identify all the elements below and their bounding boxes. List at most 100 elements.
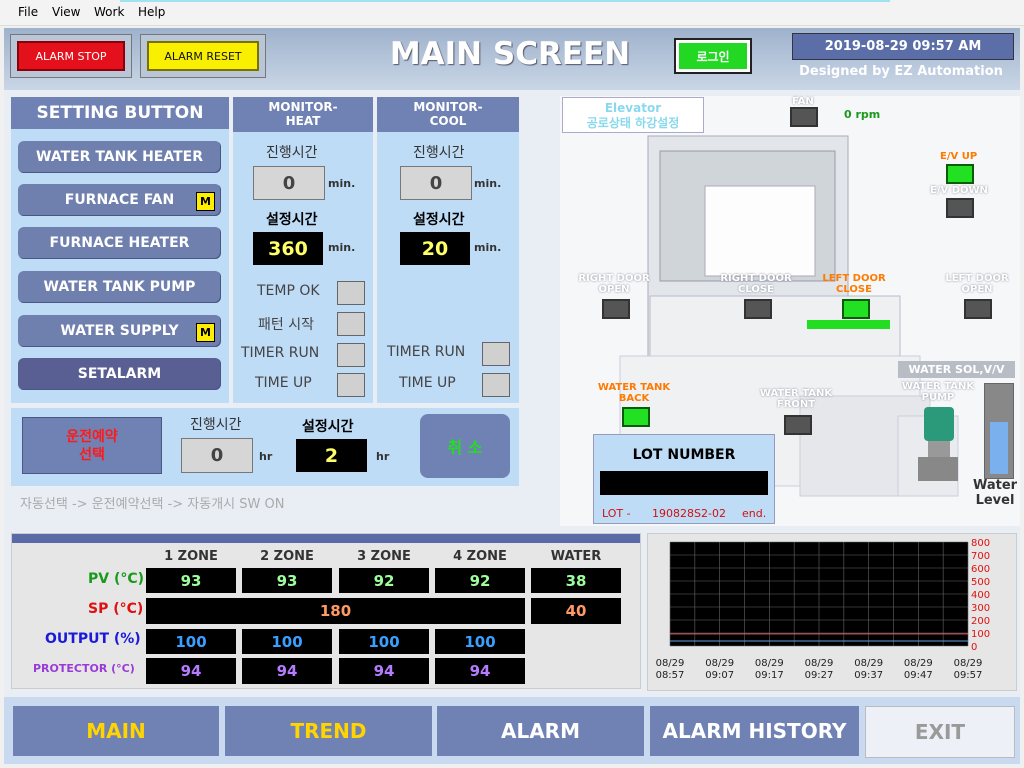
- login-label: 로그인: [679, 43, 747, 69]
- nav-trend-button[interactable]: TREND: [225, 706, 432, 756]
- water-tank-back-label: WATER TANK BACK: [596, 382, 672, 404]
- right-door-close-line1: RIGHT DOOR: [720, 273, 792, 284]
- alarm-stop-label: ALARM STOP: [17, 41, 125, 71]
- left-door-open-indicator[interactable]: [964, 299, 992, 319]
- cool-time-up-label: TIME UP: [399, 375, 456, 391]
- setalarm-button[interactable]: SETALARM: [18, 358, 221, 390]
- menu-work[interactable]: Work: [94, 5, 124, 19]
- pump-icon[interactable]: [912, 405, 972, 485]
- monitor-heat-title-2: HEAT: [285, 114, 321, 128]
- reservation-select-button[interactable]: 운전예약 선택: [22, 417, 162, 474]
- elevator-line2: 공로상태 하강설정: [586, 116, 680, 130]
- pv-label: PV (°C): [88, 571, 145, 587]
- lot-suffix: end.: [742, 507, 767, 520]
- login-button[interactable]: 로그인: [674, 38, 752, 74]
- chart-x-tick-date: 08/29: [954, 658, 983, 669]
- cool-elapsed-unit: min.: [474, 177, 502, 190]
- chart-x-tick-time: 09:47: [904, 670, 933, 681]
- cool-elapsed-value: 0: [400, 166, 472, 200]
- output-zone-3: 100: [339, 629, 429, 654]
- water-tank-back-line1: WATER TANK: [597, 382, 671, 393]
- right-door-close-indicator[interactable]: [744, 299, 772, 319]
- sp-zones[interactable]: 180: [146, 598, 525, 624]
- protector-zone-2: 94: [242, 658, 332, 684]
- reservation-cancel-button[interactable]: 취 소: [420, 414, 510, 478]
- pattern-start-label: 패턴 시작: [258, 317, 314, 333]
- lot-prefix: LOT -: [602, 507, 631, 520]
- zone-header-2: 2 ZONE: [260, 549, 314, 564]
- menu-file[interactable]: File: [18, 5, 38, 19]
- water-tank-front-indicator[interactable]: [784, 415, 812, 435]
- right-door-open-label: RIGHT DOOR OPEN: [578, 273, 650, 295]
- zone-header-4: 4 ZONE: [453, 549, 507, 564]
- chart-x-tick-date: 08/29: [705, 658, 734, 669]
- right-door-open-indicator[interactable]: [602, 299, 630, 319]
- zone-header-1: 1 ZONE: [164, 549, 218, 564]
- alarm-reset-button[interactable]: ALARM RESET: [140, 34, 266, 78]
- chart-y-tick: 0: [971, 642, 977, 653]
- monitor-heat-title-1: MONITOR-: [268, 100, 338, 114]
- nav-exit-button[interactable]: EXIT: [865, 706, 1015, 758]
- nav-alarm-history-button[interactable]: ALARM HISTORY: [650, 706, 859, 756]
- nav-alarm-button[interactable]: ALARM: [437, 706, 644, 756]
- reservation-button-line1: 운전예약: [66, 429, 118, 445]
- water-tank-pump-button[interactable]: WATER TANK PUMP: [18, 271, 221, 303]
- pv-zone-3: 92: [339, 568, 429, 593]
- menu-view[interactable]: View: [52, 5, 80, 19]
- cool-timer-run-label: TIMER RUN: [387, 344, 466, 360]
- ev-up-label: E/V UP: [940, 151, 978, 162]
- reservation-hint: 자동선택 -> 운전예약선택 -> 자동개시 SW ON: [20, 497, 285, 512]
- water-tank-back-line2: BACK: [618, 393, 650, 404]
- left-door-close-line1: LEFT DOOR: [822, 273, 886, 284]
- heat-time-up-label: TIME UP: [255, 375, 312, 391]
- water-tank-back-indicator[interactable]: [622, 407, 650, 427]
- fan-indicator: [790, 107, 818, 127]
- protector-label: PROTECTOR (°C): [33, 662, 135, 675]
- nav-main-button[interactable]: MAIN: [13, 706, 219, 756]
- heat-time-up-indicator: [337, 373, 365, 397]
- lot-number-field[interactable]: [600, 471, 768, 495]
- protector-zone-4: 94: [435, 658, 525, 684]
- right-door-close-label: RIGHT DOOR CLOSE: [720, 273, 792, 295]
- ev-up-indicator[interactable]: [946, 164, 974, 184]
- alarm-reset-label: ALARM RESET: [147, 41, 259, 71]
- left-door-close-indicator[interactable]: [842, 299, 870, 319]
- heat-elapsed-unit: min.: [328, 177, 356, 190]
- heat-timer-run-label: TIMER RUN: [241, 345, 320, 361]
- menu-help[interactable]: Help: [138, 5, 165, 19]
- reservation-elapsed-value: 0: [181, 438, 253, 473]
- ev-down-indicator[interactable]: [946, 198, 974, 218]
- menu-bar: File View Work Help: [0, 0, 1024, 26]
- zone-header-3: 3 ZONE: [357, 549, 411, 564]
- heat-set-unit: min.: [328, 241, 356, 254]
- furnace-fan-button[interactable]: FURNACE FAN: [18, 184, 221, 216]
- chart-x-tick-time: 09:27: [805, 670, 834, 681]
- water-tank-heater-button[interactable]: WATER TANK HEATER: [18, 141, 221, 173]
- heat-set-value[interactable]: 360: [253, 232, 323, 265]
- pv-water: 38: [531, 568, 621, 593]
- water-level-line2: Level: [975, 493, 1015, 508]
- sp-water[interactable]: 40: [531, 598, 621, 624]
- heat-timer-run-indicator: [337, 343, 365, 367]
- furnace-heater-button[interactable]: FURNACE HEATER: [18, 227, 221, 259]
- cool-set-value[interactable]: 20: [400, 232, 470, 265]
- water-supply-button[interactable]: WATER SUPPLY: [18, 315, 221, 347]
- reservation-elapsed-unit: hr: [259, 450, 273, 463]
- chart-x-tick-time: 09:37: [854, 670, 883, 681]
- door-position-bar: [807, 320, 890, 329]
- cool-set-unit: min.: [474, 241, 502, 254]
- reservation-elapsed-label: 진행시간: [190, 417, 242, 433]
- trend-chart[interactable]: 800700600500400300200100008/2908:5708/29…: [648, 534, 1018, 692]
- chart-y-tick: 200: [971, 616, 990, 627]
- reservation-set-unit: hr: [376, 450, 390, 463]
- heat-elapsed-value: 0: [253, 166, 325, 200]
- sp-label: SP (°C): [88, 601, 144, 617]
- chart-x-tick-time: 09:07: [705, 670, 734, 681]
- cool-timer-run-indicator: [482, 342, 510, 366]
- reservation-set-value[interactable]: 2: [296, 439, 367, 472]
- monitor-cool-title-2: COOL: [429, 114, 467, 128]
- alarm-stop-button[interactable]: ALARM STOP: [10, 34, 132, 78]
- setting-title: SETTING BUTTON: [11, 97, 229, 129]
- pattern-start-indicator: [337, 312, 365, 336]
- elevator-setting-button[interactable]: Elevator 공로상태 하강설정: [562, 97, 704, 133]
